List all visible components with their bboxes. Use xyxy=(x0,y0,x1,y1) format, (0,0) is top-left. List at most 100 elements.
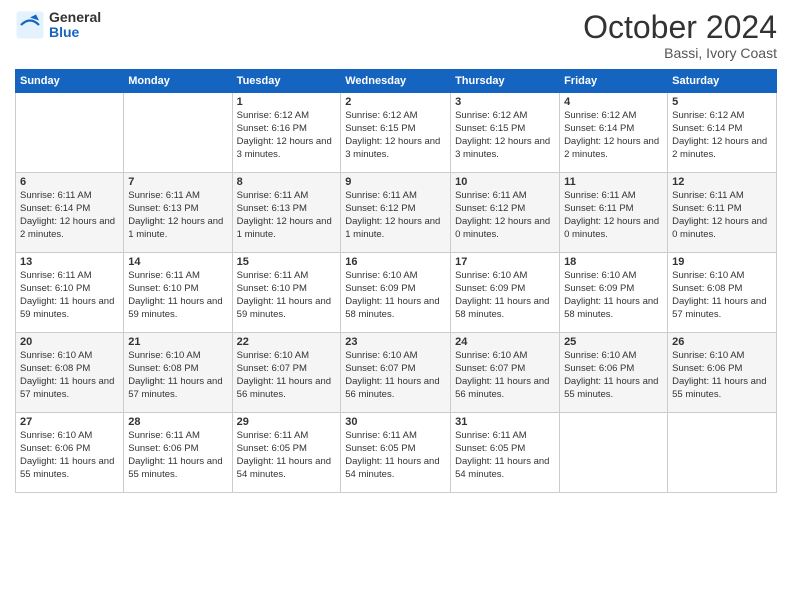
day-number: 10 xyxy=(455,176,555,188)
day-info: Sunrise: 6:11 AM Sunset: 6:05 PM Dayligh… xyxy=(455,430,555,481)
calendar-location: Bassi, Ivory Coast xyxy=(583,45,777,61)
calendar-cell: 20Sunrise: 6:10 AM Sunset: 6:08 PM Dayli… xyxy=(16,333,124,413)
day-info: Sunrise: 6:10 AM Sunset: 6:06 PM Dayligh… xyxy=(672,350,772,401)
calendar-week-1: 6 Sunrise: 6:11 AM Sunset: 6:14 PM Daylig… xyxy=(16,173,777,253)
calendar-cell: 21Sunrise: 6:10 AM Sunset: 6:08 PM Dayli… xyxy=(124,333,232,413)
day-info: Sunrise: 6:10 AM Sunset: 6:07 PM Dayligh… xyxy=(455,350,555,401)
day-number: 5 xyxy=(672,96,772,108)
calendar-cell xyxy=(124,93,232,173)
day-number: 26 xyxy=(672,336,772,348)
day-info: Sunrise: 6:11 AM Sunset: 6:14 PM Dayligh… xyxy=(20,190,119,241)
day-info: Sunrise: 6:11 AM Sunset: 6:05 PM Dayligh… xyxy=(237,430,337,481)
day-number: 7 xyxy=(128,176,227,188)
header-friday: Friday xyxy=(560,70,668,93)
day-number: 4 xyxy=(564,96,663,108)
day-info: Sunrise: 6:11 AM Sunset: 6:12 PM Dayligh… xyxy=(455,190,555,241)
day-info: Sunrise: 6:10 AM Sunset: 6:09 PM Dayligh… xyxy=(564,270,663,321)
calendar-cell: 8 Sunrise: 6:11 AM Sunset: 6:13 PM Daylig… xyxy=(232,173,341,253)
day-number: 15 xyxy=(237,256,337,268)
day-info: Sunrise: 6:11 AM Sunset: 6:11 PM Dayligh… xyxy=(564,190,663,241)
calendar-cell: 5 Sunrise: 6:12 AM Sunset: 6:14 PM Daylig… xyxy=(668,93,777,173)
day-number: 27 xyxy=(20,416,119,428)
header-saturday: Saturday xyxy=(668,70,777,93)
header: General Blue October 2024 Bassi, Ivory C… xyxy=(15,10,777,61)
calendar-body: 1 Sunrise: 6:12 AM Sunset: 6:16 PM Daylig… xyxy=(16,93,777,493)
calendar-cell: 7 Sunrise: 6:11 AM Sunset: 6:13 PM Daylig… xyxy=(124,173,232,253)
calendar-week-4: 27Sunrise: 6:10 AM Sunset: 6:06 PM Dayli… xyxy=(16,413,777,493)
calendar-cell: 14Sunrise: 6:11 AM Sunset: 6:10 PM Dayli… xyxy=(124,253,232,333)
calendar-cell: 15Sunrise: 6:11 AM Sunset: 6:10 PM Dayli… xyxy=(232,253,341,333)
day-number: 23 xyxy=(345,336,446,348)
day-number: 13 xyxy=(20,256,119,268)
day-info: Sunrise: 6:10 AM Sunset: 6:08 PM Dayligh… xyxy=(20,350,119,401)
day-number: 30 xyxy=(345,416,446,428)
calendar-cell: 1 Sunrise: 6:12 AM Sunset: 6:16 PM Daylig… xyxy=(232,93,341,173)
day-number: 8 xyxy=(237,176,337,188)
day-info: Sunrise: 6:11 AM Sunset: 6:11 PM Dayligh… xyxy=(672,190,772,241)
calendar-cell: 24Sunrise: 6:10 AM Sunset: 6:07 PM Dayli… xyxy=(451,333,560,413)
day-info: Sunrise: 6:11 AM Sunset: 6:12 PM Dayligh… xyxy=(345,190,446,241)
calendar-cell: 18 Sunrise: 6:10 AM Sunset: 6:09 PM Dayli… xyxy=(560,253,668,333)
calendar-cell: 3 Sunrise: 6:12 AM Sunset: 6:15 PM Daylig… xyxy=(451,93,560,173)
day-number: 14 xyxy=(128,256,227,268)
day-info: Sunrise: 6:11 AM Sunset: 6:13 PM Dayligh… xyxy=(128,190,227,241)
day-number: 22 xyxy=(237,336,337,348)
calendar-cell: 4Sunrise: 6:12 AM Sunset: 6:14 PM Daylig… xyxy=(560,93,668,173)
day-number: 19 xyxy=(672,256,772,268)
day-info: Sunrise: 6:10 AM Sunset: 6:07 PM Dayligh… xyxy=(237,350,337,401)
day-info: Sunrise: 6:10 AM Sunset: 6:08 PM Dayligh… xyxy=(128,350,227,401)
day-info: Sunrise: 6:11 AM Sunset: 6:10 PM Dayligh… xyxy=(20,270,119,321)
day-number: 17 xyxy=(455,256,555,268)
day-info: Sunrise: 6:12 AM Sunset: 6:14 PM Dayligh… xyxy=(672,110,772,161)
day-info: Sunrise: 6:11 AM Sunset: 6:06 PM Dayligh… xyxy=(128,430,227,481)
day-info: Sunrise: 6:12 AM Sunset: 6:16 PM Dayligh… xyxy=(237,110,337,161)
title-block: October 2024 Bassi, Ivory Coast xyxy=(583,10,777,61)
header-sunday: Sunday xyxy=(16,70,124,93)
calendar-cell: 29Sunrise: 6:11 AM Sunset: 6:05 PM Dayli… xyxy=(232,413,341,493)
calendar-cell: 6 Sunrise: 6:11 AM Sunset: 6:14 PM Daylig… xyxy=(16,173,124,253)
calendar-cell: 26 Sunrise: 6:10 AM Sunset: 6:06 PM Dayli… xyxy=(668,333,777,413)
day-info: Sunrise: 6:11 AM Sunset: 6:05 PM Dayligh… xyxy=(345,430,446,481)
calendar-cell: 22 Sunrise: 6:10 AM Sunset: 6:07 PM Dayli… xyxy=(232,333,341,413)
header-thursday: Thursday xyxy=(451,70,560,93)
day-number: 6 xyxy=(20,176,119,188)
calendar-cell: 19Sunrise: 6:10 AM Sunset: 6:08 PM Dayli… xyxy=(668,253,777,333)
calendar-cell: 2Sunrise: 6:12 AM Sunset: 6:15 PM Daylig… xyxy=(341,93,451,173)
header-row: Sunday Monday Tuesday Wednesday Thursday… xyxy=(16,70,777,93)
calendar-cell: 17 Sunrise: 6:10 AM Sunset: 6:09 PM Dayli… xyxy=(451,253,560,333)
day-number: 9 xyxy=(345,176,446,188)
day-number: 12 xyxy=(672,176,772,188)
calendar-title: October 2024 xyxy=(583,10,777,45)
logo-blue-text: Blue xyxy=(49,25,101,40)
day-info: Sunrise: 6:12 AM Sunset: 6:15 PM Dayligh… xyxy=(455,110,555,161)
day-info: Sunrise: 6:10 AM Sunset: 6:09 PM Dayligh… xyxy=(345,270,446,321)
day-number: 31 xyxy=(455,416,555,428)
calendar-cell: 10 Sunrise: 6:11 AM Sunset: 6:12 PM Dayli… xyxy=(451,173,560,253)
day-info: Sunrise: 6:10 AM Sunset: 6:07 PM Dayligh… xyxy=(345,350,446,401)
calendar-cell: 13 Sunrise: 6:11 AM Sunset: 6:10 PM Dayli… xyxy=(16,253,124,333)
day-number: 1 xyxy=(237,96,337,108)
header-wednesday: Wednesday xyxy=(341,70,451,93)
day-number: 28 xyxy=(128,416,227,428)
logo: General Blue xyxy=(15,10,101,41)
calendar-cell: 27Sunrise: 6:10 AM Sunset: 6:06 PM Dayli… xyxy=(16,413,124,493)
calendar-cell: 28 Sunrise: 6:11 AM Sunset: 6:06 PM Dayli… xyxy=(124,413,232,493)
calendar-cell: 25Sunrise: 6:10 AM Sunset: 6:06 PM Dayli… xyxy=(560,333,668,413)
day-number: 11 xyxy=(564,176,663,188)
calendar-table: Sunday Monday Tuesday Wednesday Thursday… xyxy=(15,69,777,493)
day-number: 18 xyxy=(564,256,663,268)
calendar-cell: 30 Sunrise: 6:11 AM Sunset: 6:05 PM Dayli… xyxy=(341,413,451,493)
calendar-cell: 16 Sunrise: 6:10 AM Sunset: 6:09 PM Dayli… xyxy=(341,253,451,333)
page: General Blue October 2024 Bassi, Ivory C… xyxy=(0,0,792,612)
header-tuesday: Tuesday xyxy=(232,70,341,93)
day-info: Sunrise: 6:10 AM Sunset: 6:09 PM Dayligh… xyxy=(455,270,555,321)
day-number: 16 xyxy=(345,256,446,268)
day-info: Sunrise: 6:10 AM Sunset: 6:06 PM Dayligh… xyxy=(564,350,663,401)
calendar-week-0: 1 Sunrise: 6:12 AM Sunset: 6:16 PM Daylig… xyxy=(16,93,777,173)
day-info: Sunrise: 6:11 AM Sunset: 6:13 PM Dayligh… xyxy=(237,190,337,241)
logo-text: General Blue xyxy=(49,10,101,41)
day-number: 3 xyxy=(455,96,555,108)
calendar-cell: 11 Sunrise: 6:11 AM Sunset: 6:11 PM Dayli… xyxy=(560,173,668,253)
header-monday: Monday xyxy=(124,70,232,93)
day-info: Sunrise: 6:12 AM Sunset: 6:15 PM Dayligh… xyxy=(345,110,446,161)
